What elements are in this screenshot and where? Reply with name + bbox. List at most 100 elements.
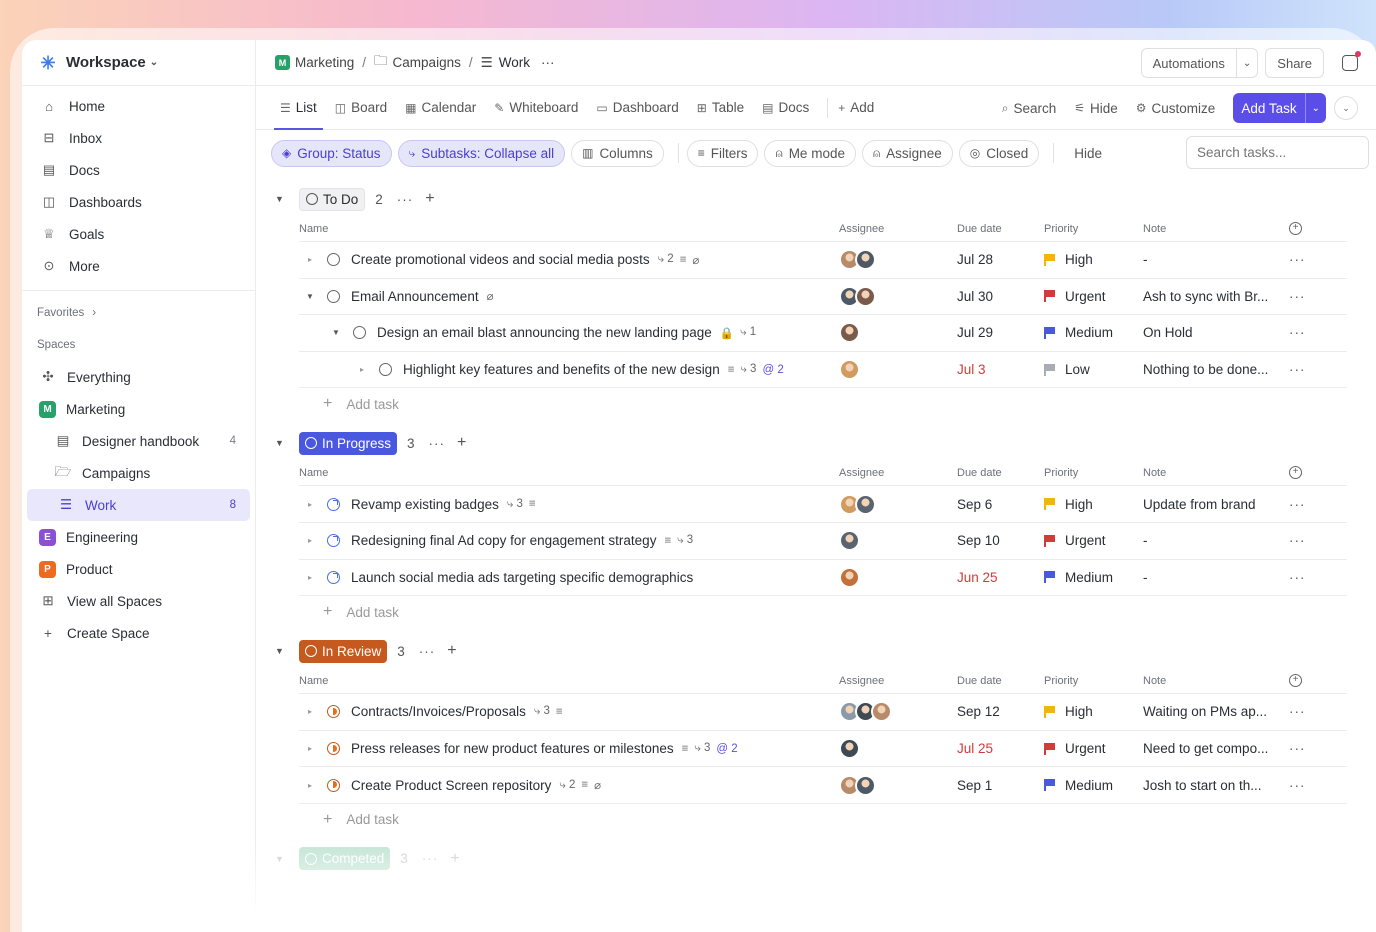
priority-cell[interactable]: High — [1044, 497, 1093, 512]
row-more-button[interactable]: ··· — [1289, 289, 1306, 304]
chevron-down-icon[interactable]: ⌄ — [1236, 48, 1259, 78]
status-pill[interactable]: In Review — [299, 639, 388, 663]
due-date[interactable]: Sep 1 — [957, 778, 992, 793]
caret-right-icon[interactable]: ▸ — [299, 255, 321, 264]
column-priority[interactable]: Priority — [1044, 223, 1078, 235]
doc-designer-handbook[interactable]: ▤ Designer handbook 4 — [22, 425, 255, 457]
note-cell[interactable]: Ash to sync with Br... — [1143, 289, 1268, 304]
column-note[interactable]: Note — [1143, 223, 1166, 235]
columns-chip[interactable]: ▥ Columns — [571, 139, 664, 167]
task-name[interactable]: Redesigning final Ad copy for engagement… — [351, 533, 656, 548]
due-date[interactable]: Jul 3 — [957, 362, 986, 377]
status-circle-icon[interactable] — [379, 363, 392, 377]
due-date[interactable]: Jul 25 — [957, 741, 993, 756]
tab-whiteboard[interactable]: ✎ Whiteboard — [494, 86, 578, 130]
status-circle-icon[interactable] — [327, 253, 340, 267]
tab-list[interactable]: ☰ List — [274, 86, 323, 130]
assignee-cell[interactable] — [839, 701, 892, 723]
status-circle-icon[interactable] — [353, 326, 366, 340]
table-row[interactable]: ▼ Design an email blast announcing the ne… — [299, 315, 1347, 352]
column-assignee[interactable]: Assignee — [839, 467, 884, 479]
tab-table[interactable]: ⊞ Table — [697, 86, 744, 130]
status-circle-icon[interactable] — [327, 534, 340, 548]
task-name[interactable]: Email Announcement — [351, 289, 479, 304]
add-task-row[interactable]: + Add task — [323, 804, 1376, 836]
due-date[interactable]: Sep 10 — [957, 533, 1000, 548]
priority-cell[interactable]: Low — [1044, 362, 1090, 377]
note-cell[interactable]: Need to get compo... — [1143, 741, 1268, 756]
add-column-icon[interactable]: + — [1289, 222, 1302, 235]
status-circle-icon[interactable] — [327, 705, 340, 719]
closed-chip[interactable]: ◎ Closed — [958, 139, 1040, 167]
breadcrumb-folder[interactable]: Campaigns — [393, 55, 461, 70]
assignee-cell[interactable] — [839, 322, 860, 344]
automations-button[interactable]: Automations — [1140, 48, 1237, 78]
priority-cell[interactable]: Urgent — [1044, 741, 1106, 756]
status-circle-icon[interactable] — [327, 778, 340, 792]
row-more-button[interactable]: ··· — [1289, 252, 1306, 267]
column-note[interactable]: Note — [1143, 675, 1166, 687]
row-more-button[interactable]: ··· — [1289, 778, 1306, 793]
column-due-date[interactable]: Due date — [957, 223, 1002, 235]
status-circle-icon[interactable] — [327, 742, 340, 756]
column-priority[interactable]: Priority — [1044, 675, 1078, 687]
task-name[interactable]: Revamp existing badges — [351, 497, 499, 512]
column-note[interactable]: Note — [1143, 467, 1166, 479]
customize-button[interactable]: ⚙ Customize — [1136, 93, 1216, 123]
assignee-cell[interactable] — [839, 493, 876, 515]
notification-icon[interactable] — [1342, 51, 1361, 71]
expand-toolbar-chevron-icon[interactable]: ⌄ — [1334, 96, 1358, 120]
avatar[interactable] — [855, 774, 876, 796]
avatar[interactable] — [839, 359, 860, 381]
search-tasks-input[interactable] — [1186, 136, 1369, 169]
caret-down-icon[interactable]: ▼ — [275, 854, 299, 864]
group-more-button[interactable]: ··· — [419, 644, 436, 659]
priority-cell[interactable]: Urgent — [1044, 533, 1106, 548]
folder-campaigns[interactable]: 🗁 Campaigns — [22, 457, 255, 489]
note-cell[interactable]: - — [1143, 533, 1148, 548]
priority-cell[interactable]: High — [1044, 704, 1093, 719]
caret-right-icon[interactable]: ▸ — [299, 573, 321, 582]
space-product[interactable]: P Product — [22, 553, 255, 585]
table-row[interactable]: ▸ Contracts/Invoices/Proposals ⤷ 3 ≡ Sep 12 H… — [299, 694, 1347, 731]
row-more-button[interactable]: ··· — [1289, 362, 1306, 377]
group-more-button[interactable]: ··· — [422, 851, 439, 866]
filters-chip[interactable]: ≡ Filters — [686, 139, 759, 167]
table-row[interactable]: ▸ Revamp existing badges ⤷ 3 ≡ Sep 6 High Upda… — [299, 486, 1347, 523]
avatar[interactable] — [855, 493, 876, 515]
tab-docs[interactable]: ▤ Docs — [762, 86, 809, 130]
column-name[interactable]: Name — [299, 467, 328, 479]
caret-down-icon[interactable]: ▼ — [299, 292, 321, 301]
note-cell[interactable]: - — [1143, 570, 1148, 585]
priority-cell[interactable]: Medium — [1044, 778, 1113, 793]
task-name[interactable]: Create Product Screen repository — [351, 778, 551, 793]
column-assignee[interactable]: Assignee — [839, 675, 884, 687]
status-pill[interactable]: Competed — [299, 847, 391, 871]
status-pill[interactable]: In Progress — [299, 431, 398, 455]
breadcrumb-more-button[interactable]: ··· — [541, 55, 555, 70]
assignee-cell[interactable] — [839, 285, 876, 307]
hide-button[interactable]: ⚟ Hide — [1074, 93, 1118, 123]
task-name[interactable]: Highlight key features and benefits of t… — [403, 362, 720, 377]
assignee-cell[interactable] — [839, 530, 860, 552]
hide-closed-button[interactable]: Hide — [1074, 146, 1102, 161]
assignee-cell[interactable] — [839, 249, 876, 271]
breadcrumb-space[interactable]: Marketing — [295, 55, 354, 70]
row-more-button[interactable]: ··· — [1289, 570, 1306, 585]
share-button[interactable]: Share — [1265, 48, 1324, 78]
row-more-button[interactable]: ··· — [1289, 497, 1306, 512]
row-more-button[interactable]: ··· — [1289, 704, 1306, 719]
add-column-icon[interactable]: + — [1289, 674, 1302, 688]
tab-dashboard[interactable]: ▭ Dashboard — [596, 86, 678, 130]
tab-board[interactable]: ◫ Board — [335, 86, 387, 130]
column-assignee[interactable]: Assignee — [839, 223, 884, 235]
note-cell[interactable]: Update from brand — [1143, 497, 1256, 512]
nav-inbox[interactable]: ⊟ Inbox — [22, 122, 255, 154]
assignee-chip[interactable]: ⍝ Assignee — [861, 139, 953, 167]
note-cell[interactable]: Josh to start on th... — [1143, 778, 1262, 793]
breadcrumb-list[interactable]: Work — [499, 55, 530, 70]
create-space[interactable]: + Create Space — [22, 617, 255, 649]
task-name[interactable]: Design an email blast announcing the new… — [377, 325, 712, 340]
caret-right-icon[interactable]: ▸ — [351, 365, 373, 374]
priority-cell[interactable]: High — [1044, 252, 1093, 267]
